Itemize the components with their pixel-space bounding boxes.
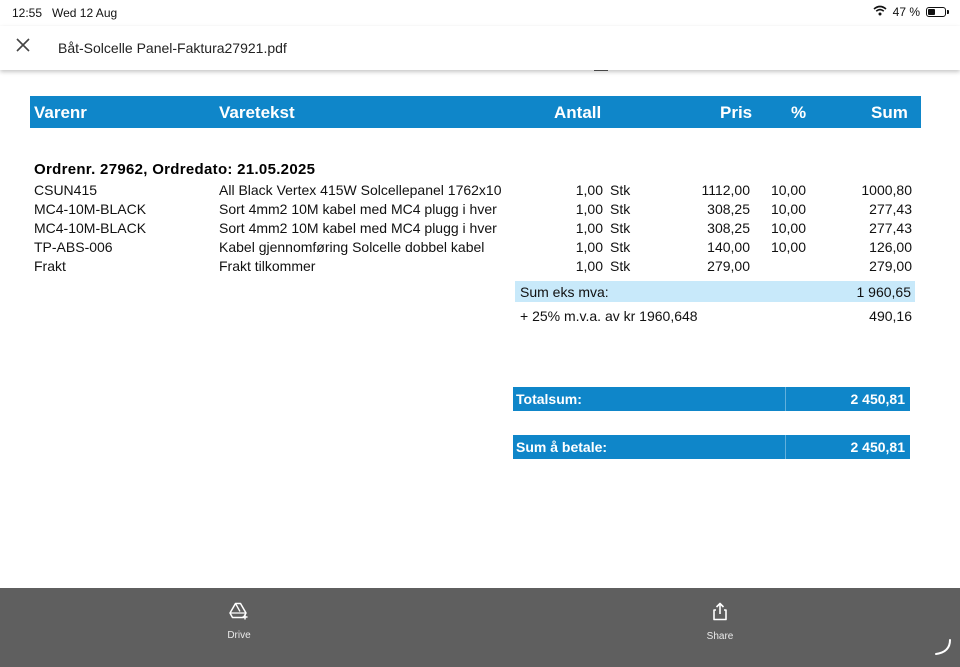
item-text: Frakt tilkommer <box>219 258 316 274</box>
item-number: Frakt <box>34 258 66 274</box>
header-varenr: Varenr <box>34 103 87 122</box>
order-title: Ordrenr. 27962, Ordredato: 21.05.2025 <box>34 161 316 178</box>
table-row: Frakt Frakt tilkommer 1,00 Stk 279,00 27… <box>0 256 960 275</box>
share-icon <box>711 602 729 626</box>
status-right: 47 % <box>873 5 949 19</box>
header-varetekst: Varetekst <box>219 103 295 122</box>
header-antall: Antall <box>554 103 602 122</box>
item-quantity: 1,00 <box>575 220 603 236</box>
battery-icon <box>926 7 949 17</box>
item-discount: 10,00 <box>770 220 806 236</box>
item-sum: 277,43 <box>869 201 912 217</box>
table-row: TP-ABS-006 Kabel gjennomføring Solcelle … <box>0 237 960 256</box>
drive-button[interactable]: Drive <box>199 602 279 641</box>
item-number: CSUN415 <box>34 182 98 198</box>
vat-row: + 25% m.v.a. av kr 1960,648 490,16 <box>515 306 912 326</box>
resize-handle-icon[interactable] <box>934 638 952 661</box>
battery-percent: 47 % <box>892 5 920 19</box>
cut-off-text-fragment <box>594 70 608 71</box>
item-text: All Black Vertex 415W Solcellepanel 1762… <box>219 182 502 198</box>
item-quantity: 1,00 <box>575 182 603 198</box>
bottom-toolbar: Drive Share <box>0 588 960 667</box>
total-divider <box>785 387 786 411</box>
file-title: Båt-Solcelle Panel-Faktura27921.pdf <box>58 40 287 56</box>
item-discount: 10,00 <box>770 239 806 255</box>
item-text: Sort 4mm2 10M kabel med MC4 plugg i hver <box>219 201 497 217</box>
item-price: 308,25 <box>707 220 750 236</box>
drive-label: Drive <box>227 630 251 641</box>
drive-add-icon <box>229 602 249 625</box>
item-discount: 10,00 <box>770 182 806 198</box>
amount-due-value: 2 450,81 <box>850 439 906 455</box>
sum-ex-vat-label: Sum eks mva: <box>520 284 609 300</box>
table-row: MC4-10M-BLACK Sort 4mm2 10M kabel med MC… <box>0 218 960 237</box>
sum-ex-vat-row: Sum eks mva: 1 960,65 <box>515 281 915 302</box>
close-icon <box>16 37 30 57</box>
item-unit: Stk <box>610 220 631 236</box>
table-header: Varenr Varetekst Antall Pris % Sum <box>30 96 921 128</box>
item-number: TP-ABS-006 <box>34 239 113 255</box>
sum-ex-vat-value: 1 960,65 <box>856 284 912 300</box>
amount-due-divider <box>785 435 786 459</box>
status-bar: 12:55 Wed 12 Aug 47 % <box>0 0 960 26</box>
item-unit: Stk <box>610 182 631 198</box>
item-sum: 279,00 <box>869 258 912 274</box>
item-price: 140,00 <box>707 239 750 255</box>
share-button[interactable]: Share <box>680 602 760 642</box>
item-text: Kabel gjennomføring Solcelle dobbel kabe… <box>219 239 485 255</box>
header-percent: % <box>791 103 807 122</box>
item-price: 1112,00 <box>701 182 750 198</box>
item-number: MC4-10M-BLACK <box>34 220 147 236</box>
item-unit: Stk <box>610 239 631 255</box>
header-pris: Pris <box>720 103 753 122</box>
amount-due-row: Sum å betale: 2 450,81 <box>513 435 910 459</box>
amount-due-label: Sum å betale: <box>516 439 608 455</box>
share-label: Share <box>706 631 734 642</box>
item-quantity: 1,00 <box>575 258 603 274</box>
item-sum: 126,00 <box>869 239 912 255</box>
total-value: 2 450,81 <box>850 391 906 407</box>
header-sum: Sum <box>871 103 908 122</box>
vat-value: 490,16 <box>869 308 912 324</box>
item-price: 308,25 <box>707 201 750 217</box>
item-quantity: 1,00 <box>575 201 603 217</box>
pdf-document[interactable]: Varenr Varetekst Antall Pris % Sum Ordre… <box>0 70 960 588</box>
item-sum: 1000,80 <box>861 182 912 198</box>
item-unit: Stk <box>610 258 631 274</box>
status-date: Wed 12 Aug <box>52 6 118 20</box>
status-time: 12:55 <box>12 6 43 20</box>
title-bar: Båt-Solcelle Panel-Faktura27921.pdf <box>0 26 960 70</box>
table-row: CSUN415 All Black Vertex 415W Solcellepa… <box>0 180 960 199</box>
close-button[interactable] <box>12 36 34 58</box>
item-text: Sort 4mm2 10M kabel med MC4 plugg i hver <box>219 220 497 236</box>
wifi-icon <box>873 5 887 19</box>
item-unit: Stk <box>610 201 631 217</box>
total-label: Totalsum: <box>516 391 582 407</box>
item-number: MC4-10M-BLACK <box>34 201 147 217</box>
item-price: 279,00 <box>707 258 750 274</box>
item-discount: 10,00 <box>770 201 806 217</box>
table-row: MC4-10M-BLACK Sort 4mm2 10M kabel med MC… <box>0 199 960 218</box>
item-sum: 277,43 <box>869 220 912 236</box>
vat-label: + 25% m.v.a. av kr 1960,648 <box>520 308 698 324</box>
total-row: Totalsum: 2 450,81 <box>513 387 910 411</box>
item-quantity: 1,00 <box>575 239 603 255</box>
